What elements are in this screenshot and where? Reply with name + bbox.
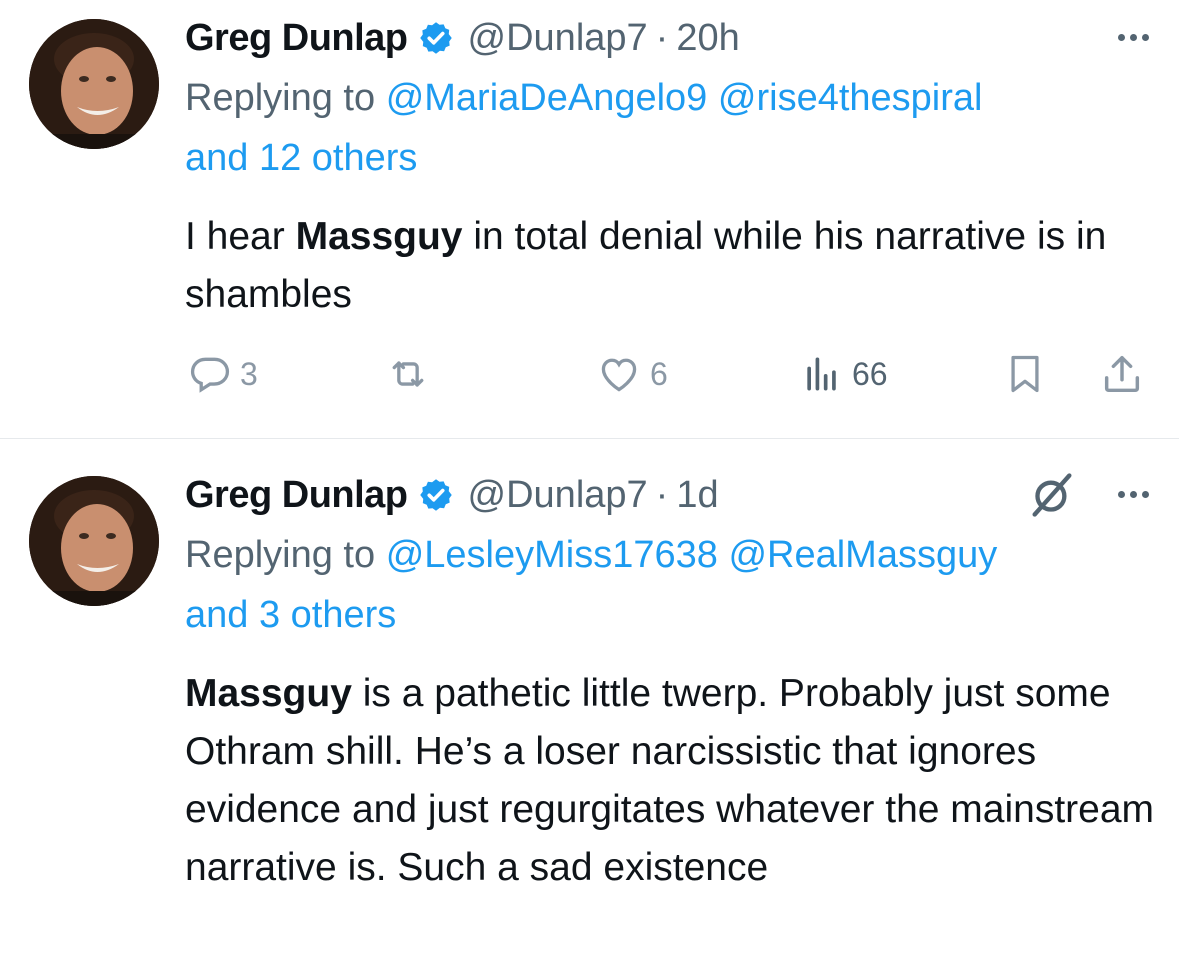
grok-icon[interactable] <box>1025 469 1079 526</box>
replying-to-line: Replying to @MariaDeAngelo9 @rise4thespi… <box>185 68 1145 188</box>
author-name[interactable]: Greg Dunlap <box>185 17 408 60</box>
author-handle[interactable]: @Dunlap7 <box>468 17 648 60</box>
verified-badge-icon <box>418 477 454 513</box>
tweet-text: Massguy is a pathetic little twerp. Prob… <box>185 665 1160 897</box>
like-icon <box>596 352 642 396</box>
mention-link[interactable]: @RealMassguy <box>728 534 997 576</box>
like-count: 6 <box>650 355 668 392</box>
reply-button[interactable]: 3 <box>188 348 258 400</box>
reply-count: 3 <box>240 355 258 392</box>
share-button[interactable] <box>1099 348 1145 400</box>
separator-dot: · <box>655 16 669 59</box>
tweet-text-prefix: I hear <box>185 215 296 258</box>
mention-link[interactable]: @LesleyMiss17638 <box>386 534 718 576</box>
more-icon[interactable] <box>1118 34 1149 41</box>
tweet-text-bold: Massguy <box>295 215 463 258</box>
tweet-header: Greg Dunlap @Dunlap7 · 1d <box>185 469 719 521</box>
others-link[interactable]: and 12 others <box>185 137 417 179</box>
bookmark-icon <box>1003 350 1047 398</box>
tweet-header: Greg Dunlap @Dunlap7 · 20h <box>185 12 740 64</box>
timestamp[interactable]: 20h <box>676 17 739 60</box>
retweet-button[interactable] <box>384 348 432 400</box>
verified-badge-icon <box>418 20 454 56</box>
like-button[interactable]: 6 <box>596 348 668 400</box>
others-link[interactable]: and 3 others <box>185 594 396 636</box>
replying-to-label: Replying to <box>185 534 376 576</box>
avatar[interactable] <box>29 19 159 149</box>
retweet-icon <box>384 352 432 396</box>
replying-to-label: Replying to <box>185 77 376 119</box>
share-icon <box>1099 350 1145 398</box>
author-name[interactable]: Greg Dunlap <box>185 474 408 517</box>
bookmark-button[interactable] <box>1003 348 1047 400</box>
tweet-text-bold: Massguy <box>185 672 352 715</box>
timestamp[interactable]: 1d <box>676 474 718 517</box>
separator-dot: · <box>655 473 669 516</box>
replying-to-line: Replying to @LesleyMiss17638 @RealMassgu… <box>185 525 1145 645</box>
reply-icon <box>188 352 232 396</box>
tweet-2[interactable]: Greg Dunlap @Dunlap7 · 1d Replying to @L… <box>0 439 1179 964</box>
action-bar: 3 6 66 <box>0 348 1179 400</box>
mention-link[interactable]: @MariaDeAngelo9 <box>386 77 708 119</box>
more-icon[interactable] <box>1118 491 1149 498</box>
views-count: 66 <box>852 355 888 392</box>
views-button[interactable]: 66 <box>800 348 888 400</box>
avatar[interactable] <box>29 476 159 606</box>
author-handle[interactable]: @Dunlap7 <box>468 474 648 517</box>
views-icon <box>800 352 844 396</box>
tweet-1[interactable]: Greg Dunlap @Dunlap7 · 20h Replying to @… <box>0 0 1179 439</box>
mention-link[interactable]: @rise4thespiral <box>718 77 983 119</box>
tweet-text: I hear Massguy in total denial while his… <box>185 208 1160 324</box>
